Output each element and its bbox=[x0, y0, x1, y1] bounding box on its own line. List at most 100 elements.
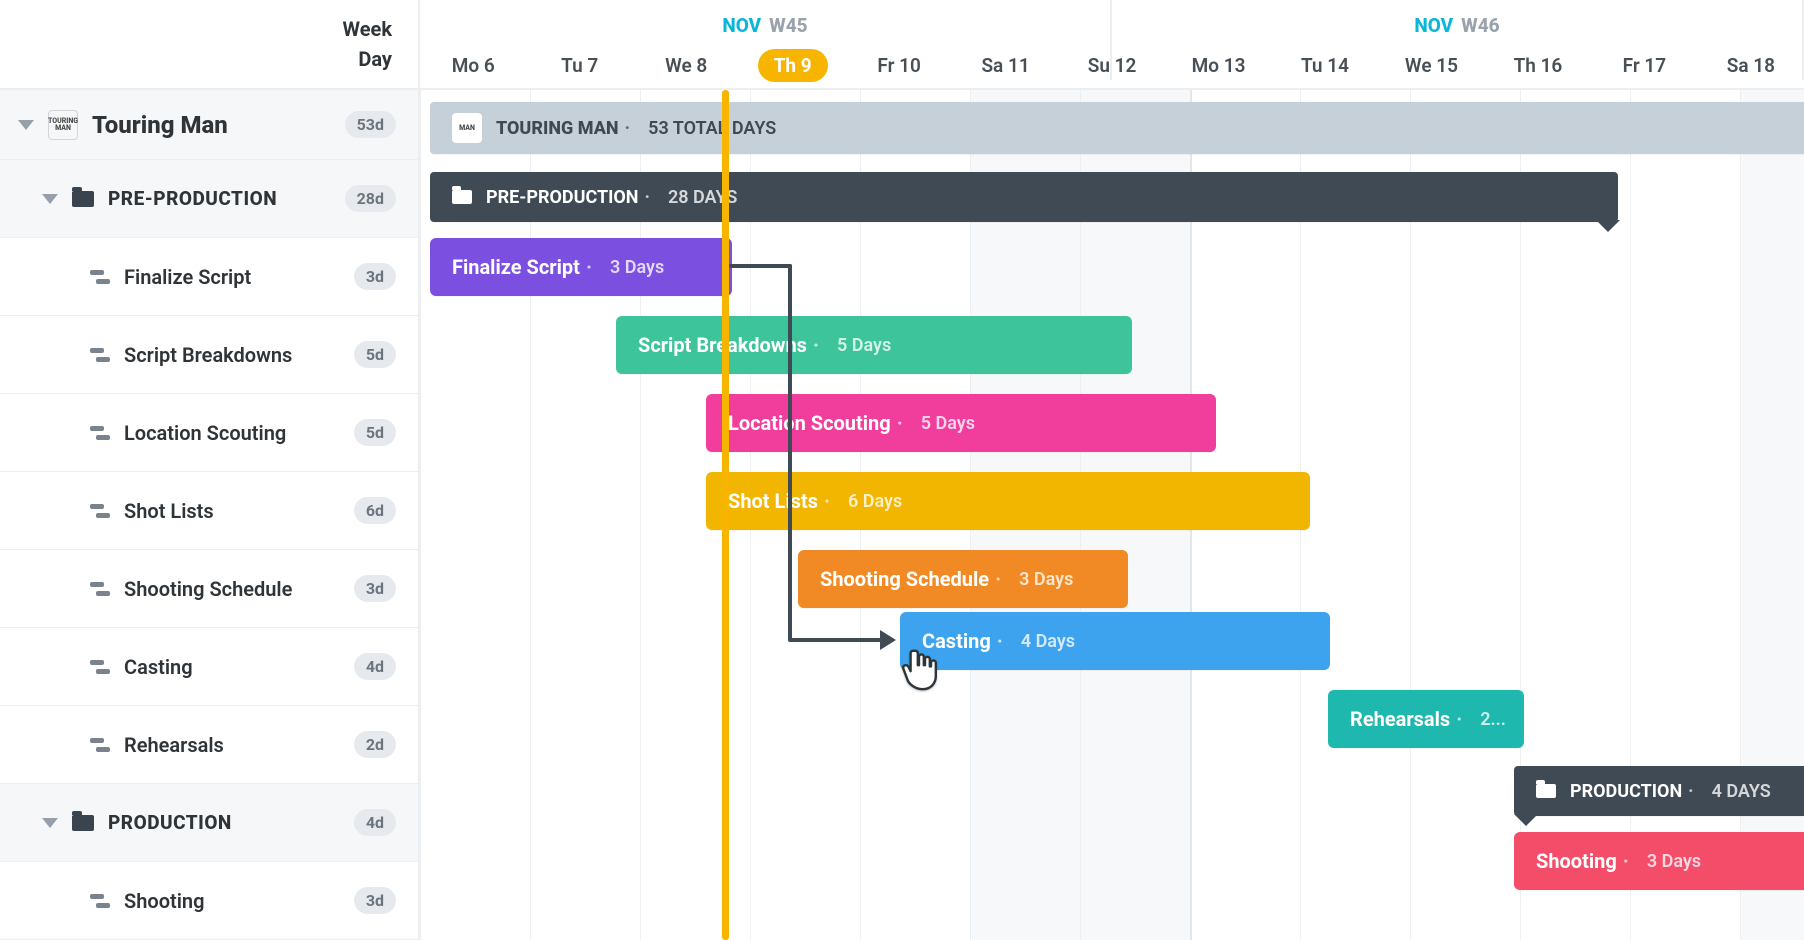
day-column[interactable]: Sa 18 bbox=[1698, 54, 1804, 77]
task-bar-shooting[interactable]: Shooting· 3 Days bbox=[1514, 832, 1804, 890]
project-logo-icon: TOURING MAN bbox=[48, 110, 78, 140]
folder-icon bbox=[72, 191, 94, 207]
sidebar-row-duration: 5d bbox=[354, 341, 396, 368]
chevron-down-icon[interactable] bbox=[18, 120, 34, 130]
sidebar-row-duration: 3d bbox=[354, 887, 396, 914]
project-summary-bar[interactable]: MAN TOURING MAN · 53 TOTAL DAYS bbox=[430, 102, 1804, 154]
task-bar-location-scouting[interactable]: Location Scouting· 5 Days bbox=[706, 394, 1216, 452]
dependency-line bbox=[726, 264, 792, 268]
task-bar-label: Location Scouting bbox=[728, 411, 891, 435]
day-column[interactable]: Sa 11 bbox=[952, 54, 1058, 77]
task-bar-shooting-schedule[interactable]: Shooting Schedule· 3 Days bbox=[798, 550, 1128, 608]
sidebar-phase-row[interactable]: PRE-PRODUCTION28d bbox=[0, 160, 418, 238]
task-icon bbox=[90, 270, 110, 284]
sidebar-row-label: Shooting bbox=[124, 889, 354, 913]
day-column[interactable]: We 15 bbox=[1378, 54, 1484, 77]
sidebar-project-duration: 53d bbox=[345, 111, 396, 138]
task-icon bbox=[90, 738, 110, 752]
sidebar-task-row[interactable]: Rehearsals2d bbox=[0, 706, 418, 784]
sidebar-row-label: Finalize Script bbox=[124, 265, 354, 289]
sidebar-row-label: PRODUCTION bbox=[108, 811, 354, 834]
today-pill[interactable]: Th 9 bbox=[758, 49, 828, 82]
task-bar-days: 3 Days bbox=[1019, 569, 1073, 590]
header-calendar[interactable]: NOV W45 NOV W46 Mo 6Tu 7We 8Th 9Fr 10Sa … bbox=[420, 0, 1804, 90]
day-column[interactable]: Th 9 bbox=[739, 49, 845, 82]
timeline[interactable]: MAN TOURING MAN · 53 TOTAL DAYS PRE-PROD… bbox=[420, 90, 1804, 940]
folder-icon bbox=[452, 190, 472, 204]
day-column[interactable]: We 8 bbox=[633, 54, 739, 77]
task-icon bbox=[90, 504, 110, 518]
sidebar-row-label: PRE-PRODUCTION bbox=[108, 187, 345, 210]
task-icon bbox=[90, 348, 110, 362]
task-bar-script-breakdowns[interactable]: Script Breakdowns· 5 Days bbox=[616, 316, 1132, 374]
sidebar-project-row[interactable]: TOURING MAN Touring Man 53d bbox=[0, 90, 418, 160]
day-column[interactable]: Tu 14 bbox=[1272, 54, 1378, 77]
task-bar-casting[interactable]: Casting· 4 Days bbox=[900, 612, 1330, 670]
project-summary-name: TOURING MAN bbox=[496, 118, 619, 139]
day-column[interactable]: Mo 6 bbox=[420, 54, 526, 77]
sidebar-task-row[interactable]: Script Breakdowns5d bbox=[0, 316, 418, 394]
task-bar-shot-lists[interactable]: Shot Lists· 6 Days bbox=[706, 472, 1310, 530]
sidebar-project-name: Touring Man bbox=[92, 111, 345, 139]
project-summary-sub: 53 TOTAL DAYS bbox=[648, 118, 776, 139]
phase-bar-sub: 4 DAYS bbox=[1712, 781, 1771, 802]
header-day-label: Day bbox=[358, 47, 392, 71]
sidebar-row-label: Shooting Schedule bbox=[124, 577, 354, 601]
sidebar-task-row[interactable]: Finalize Script3d bbox=[0, 238, 418, 316]
task-bar-rehearsals[interactable]: Rehearsals· 2... bbox=[1328, 690, 1524, 748]
task-icon bbox=[90, 660, 110, 674]
sidebar-phase-row[interactable]: PRODUCTION4d bbox=[0, 784, 418, 862]
sidebar-row-duration: 6d bbox=[354, 497, 396, 524]
sidebar-task-row[interactable]: Casting4d bbox=[0, 628, 418, 706]
chevron-down-icon[interactable] bbox=[42, 194, 58, 204]
task-icon bbox=[90, 426, 110, 440]
task-bar-label: Shooting Schedule bbox=[820, 567, 989, 591]
sidebar-row-duration: 3d bbox=[354, 575, 396, 602]
sidebar-task-row[interactable]: Shooting Schedule3d bbox=[0, 550, 418, 628]
day-column[interactable]: Su 12 bbox=[1059, 54, 1165, 77]
sidebar-row-duration: 4d bbox=[354, 809, 396, 836]
sidebar: TOURING MAN Touring Man 53d PRE-PRODUCTI… bbox=[0, 90, 420, 940]
phase-bar-label: PRE-PRODUCTION bbox=[486, 187, 639, 208]
task-bar-label: Rehearsals bbox=[1350, 707, 1450, 731]
sidebar-row-label: Script Breakdowns bbox=[124, 343, 354, 367]
task-bar-label: Shooting bbox=[1536, 849, 1617, 873]
sidebar-row-duration: 28d bbox=[345, 185, 396, 212]
task-bar-finalize-script[interactable]: Finalize Script· 3 Days bbox=[430, 238, 732, 296]
task-bar-days: 3 Days bbox=[1647, 851, 1701, 872]
task-bar-days: 2... bbox=[1480, 709, 1506, 730]
task-bar-days: 5 Days bbox=[921, 413, 975, 434]
day-column[interactable]: Mo 13 bbox=[1165, 54, 1271, 77]
sidebar-task-row[interactable]: Shooting3d bbox=[0, 862, 418, 940]
pointer-cursor-icon bbox=[898, 646, 940, 694]
sidebar-row-label: Location Scouting bbox=[124, 421, 354, 445]
folder-icon bbox=[1536, 784, 1556, 798]
phase-bar-tail bbox=[1596, 220, 1620, 232]
task-bar-label: Finalize Script bbox=[452, 255, 580, 279]
task-bar-days: 3 Days bbox=[610, 257, 664, 278]
header-week-label: Week bbox=[343, 17, 392, 41]
day-column[interactable]: Fr 17 bbox=[1591, 54, 1697, 77]
phase-bar-label: PRODUCTION bbox=[1570, 781, 1682, 802]
sidebar-row-duration: 2d bbox=[354, 731, 396, 758]
dependency-arrow-icon bbox=[880, 630, 896, 650]
task-icon bbox=[90, 582, 110, 596]
phase-bar-tail bbox=[1514, 814, 1538, 826]
sidebar-row-label: Rehearsals bbox=[124, 733, 354, 757]
dependency-line bbox=[788, 264, 792, 640]
task-bar-days: 4 Days bbox=[1021, 631, 1075, 652]
day-column[interactable]: Tu 7 bbox=[526, 54, 632, 77]
task-bar-label: Shot Lists bbox=[728, 489, 818, 513]
chevron-down-icon[interactable] bbox=[42, 818, 58, 828]
sidebar-row-duration: 5d bbox=[354, 419, 396, 446]
task-bar-days: 5 Days bbox=[837, 335, 891, 356]
phase-bar-preproduction[interactable]: PRE-PRODUCTION · 28 DAYS bbox=[430, 172, 1618, 222]
day-column[interactable]: Th 16 bbox=[1485, 54, 1591, 77]
gantt-app: Week Day NOV W45 NOV W46 Mo 6Tu 7We 8Th … bbox=[0, 0, 1804, 940]
sidebar-task-row[interactable]: Shot Lists6d bbox=[0, 472, 418, 550]
day-column[interactable]: Fr 10 bbox=[846, 54, 952, 77]
phase-bar-production[interactable]: PRODUCTION · 4 DAYS bbox=[1514, 766, 1804, 816]
folder-icon bbox=[72, 815, 94, 831]
sidebar-task-row[interactable]: Location Scouting5d bbox=[0, 394, 418, 472]
sidebar-row-label: Shot Lists bbox=[124, 499, 354, 523]
